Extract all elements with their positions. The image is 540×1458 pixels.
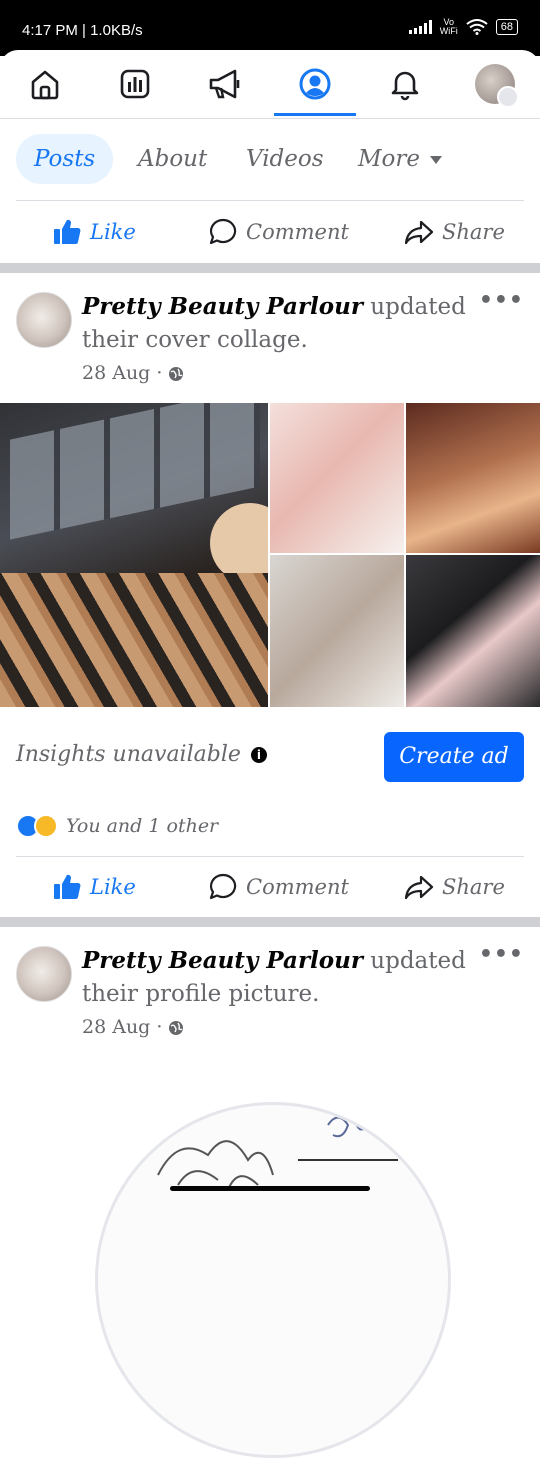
post-header: Pretty Beauty Parlour updated their cove… [82, 290, 472, 390]
tabs-divider [16, 200, 524, 201]
cover-collage-image[interactable] [0, 403, 540, 707]
post-date[interactable]: 28 Aug [82, 362, 150, 384]
home-icon [31, 70, 59, 100]
comment-label: Comment [246, 875, 349, 899]
nav-profile[interactable] [280, 52, 350, 116]
top-nav [0, 52, 540, 116]
post-meta: 28 Aug · [82, 357, 472, 390]
facial-mask-photo [270, 403, 404, 553]
profile-picture-image[interactable] [95, 1102, 451, 1458]
tab-about[interactable]: About [138, 134, 207, 184]
battery-icon: 68 [495, 19, 518, 35]
post-avatar[interactable] [16, 292, 72, 348]
page-name-link[interactable]: Pretty Beauty Parlour [82, 293, 363, 320]
comment-icon [209, 218, 237, 245]
thumbs-up-icon [54, 874, 81, 899]
share-button[interactable]: Share [404, 202, 505, 262]
action-row-top: Like Comment Share [0, 202, 540, 262]
status-icons: Vo WiFi 68 [408, 17, 518, 36]
insights-label: Insights unavailable [16, 742, 241, 767]
tab-posts[interactable]: Posts [16, 134, 114, 184]
post-header: Pretty Beauty Parlour updated their prof… [82, 944, 472, 1044]
post-date[interactable]: 28 Aug [82, 1016, 150, 1038]
nav-menu[interactable] [460, 52, 530, 116]
share-icon [404, 220, 434, 245]
post-options-icon[interactable]: ••• [479, 288, 524, 313]
menu-icon [497, 86, 519, 108]
comment-button[interactable]: Comment [208, 857, 349, 917]
globe-icon [169, 367, 184, 381]
nav-home[interactable] [10, 52, 80, 116]
tab-more-label: More [358, 146, 421, 172]
comment-label: Comment [246, 220, 349, 244]
action-row-post1: Like Comment Share [0, 857, 540, 917]
nav-insights[interactable] [100, 52, 170, 116]
info-icon[interactable]: i [250, 747, 267, 763]
like-button[interactable]: Like [52, 857, 136, 917]
like-button[interactable]: Like [52, 202, 136, 262]
hair-wash-photo [270, 555, 404, 707]
tab-videos[interactable]: Videos [246, 134, 324, 184]
comment-button[interactable]: Comment [208, 202, 349, 262]
wifi-icon [466, 19, 488, 35]
caret-down-icon [430, 156, 443, 164]
globe-icon [169, 1021, 184, 1035]
vowifi-label: Vo WiFi [439, 17, 458, 36]
share-label: Share [442, 220, 505, 244]
profile-icon [299, 68, 331, 100]
feed-separator [0, 917, 540, 927]
signal-icon [408, 20, 432, 34]
like-label: Like [90, 875, 136, 899]
insights-icon [120, 69, 150, 99]
nav-notifications[interactable] [370, 52, 440, 116]
status-time: 4:17 PM | 1.0KB/s [22, 22, 143, 39]
page-name-link[interactable]: Pretty Beauty Parlour [82, 947, 363, 974]
bell-icon [391, 71, 419, 101]
tab-more[interactable]: More [358, 134, 443, 184]
feed-separator [0, 263, 540, 273]
reaction-count: You and 1 other [66, 815, 219, 837]
makeup-palette-photo [0, 403, 268, 707]
reaction-summary[interactable]: You and 1 other [16, 814, 218, 838]
status-bar: 4:17 PM | 1.0KB/s Vo WiFi 68 [0, 0, 540, 56]
nav-divider [0, 118, 540, 119]
like-label: Like [90, 220, 136, 244]
post-meta: 28 Aug · [82, 1011, 472, 1044]
page-tabs: Posts About Videos More [0, 134, 540, 186]
share-button[interactable]: Share [404, 857, 505, 917]
megaphone-icon [209, 69, 240, 99]
share-icon [404, 875, 434, 900]
home-indicator [170, 1186, 370, 1191]
bridal-makeup-photo [406, 403, 540, 553]
nav-ads[interactable] [190, 52, 260, 116]
share-label: Share [442, 875, 505, 899]
page-avatar [475, 64, 519, 108]
create-ad-button[interactable]: Create ad [384, 732, 524, 782]
active-tab-indicator [274, 113, 356, 116]
post-avatar[interactable] [16, 946, 72, 1002]
insights-status: Insights unavailable i [16, 742, 267, 767]
comment-icon [209, 873, 237, 900]
thumbs-up-icon [54, 219, 81, 244]
cosmetics-photo [406, 555, 540, 707]
care-reaction-icon [34, 814, 58, 838]
post-options-icon[interactable]: ••• [479, 942, 524, 967]
